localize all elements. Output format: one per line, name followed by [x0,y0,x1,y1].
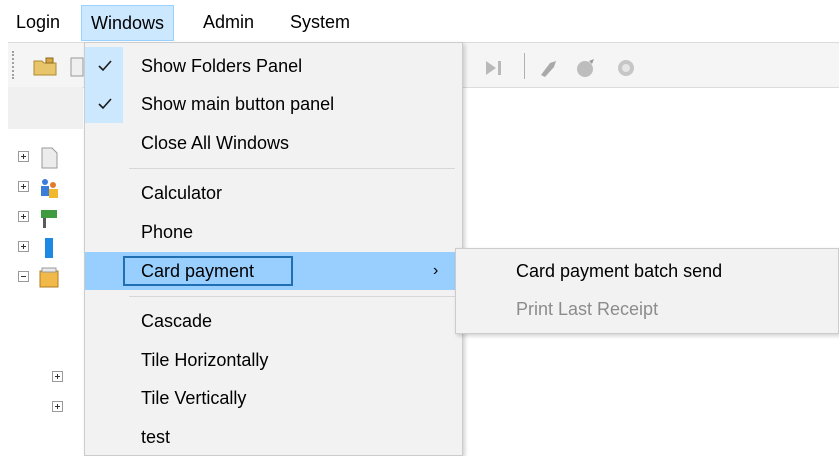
folder-panel-header [8,87,83,130]
menu-item-calculator[interactable]: Calculator [85,174,462,212]
menu-system[interactable]: System [290,6,350,38]
menu-separator [129,168,455,169]
menu-windows[interactable]: Windows [81,5,175,41]
collapse-icon[interactable] [18,271,29,282]
menu-item-label: Show Folders Panel [141,56,303,76]
menu-admin[interactable]: Admin [203,6,254,38]
cabinet-icon [39,267,59,288]
submenu-item-label: Card payment batch send [516,261,723,281]
toolbar-grip[interactable] [12,51,17,79]
tree-node[interactable] [18,267,88,288]
submenu-arrow-icon: › [433,262,439,279]
submenu-item-label: Print Last Receipt [516,299,659,319]
document-icon[interactable] [70,57,84,77]
menu-separator [129,296,455,297]
menu-item-label: Tile Vertically [141,388,247,408]
menu-login[interactable]: Login [16,6,60,38]
menu-item-phone[interactable]: Phone [85,213,462,251]
check-column [85,85,123,123]
menu-item-label: Phone [141,222,194,242]
menu-item-show-folders-panel[interactable]: Show Folders Panel [85,47,462,85]
submenu-item-print-last-receipt: Print Last Receipt [456,290,838,328]
expand-icon[interactable] [18,211,29,222]
content-border [463,87,839,88]
windows-dropdown-menu: Show Folders Panel Show main button pane… [84,42,463,456]
checkmark-icon [98,98,112,110]
expand-icon[interactable] [18,241,29,252]
menu-item-label: Card payment [141,261,255,281]
app-window: Login Windows Admin System Show Folders … [0,0,839,456]
menu-item-show-main-button-panel[interactable]: Show main button panel [85,85,462,123]
menu-item-label: Close All Windows [141,133,290,153]
expand-icon[interactable] [18,151,29,162]
menu-item-card-payment[interactable]: Card payment › [85,252,462,290]
tree-node[interactable] [18,237,88,258]
blue-bar-icon [45,238,53,258]
submenu-item-card-payment-batch-send[interactable]: Card payment batch send [456,252,838,290]
menu-bar: Login Windows Admin System [0,0,839,42]
folder-tree [0,129,90,456]
tree-node[interactable] [18,207,88,228]
tree-node[interactable] [18,177,88,198]
people-icon [41,179,58,198]
checkmark-icon [98,60,112,72]
skip-last-icon[interactable] [482,57,508,79]
expand-icon[interactable] [52,401,63,412]
card-payment-submenu: Card payment batch send Print Last Recei… [455,248,839,334]
satellite-dish-icon[interactable] [574,57,598,79]
menu-item-label: Show main button panel [141,94,335,114]
document-icon [41,147,58,169]
sign-icon [41,210,57,228]
menu-item-close-all-windows[interactable]: Close All Windows [85,124,462,162]
menu-item-tile-vertically[interactable]: Tile Vertically [85,379,462,417]
toolbar-separator [524,53,525,79]
menu-item-test[interactable]: test [85,418,462,456]
tree-node[interactable] [18,147,88,169]
expand-icon[interactable] [52,371,63,382]
tools-icon[interactable] [538,57,562,79]
menu-item-tile-horizontally[interactable]: Tile Horizontally [85,341,462,379]
folder-key-icon[interactable] [32,55,58,77]
menu-item-label: Calculator [141,183,223,203]
menu-item-label: test [141,427,171,447]
menu-item-label: Cascade [141,311,213,331]
menu-item-cascade[interactable]: Cascade [85,302,462,340]
check-column [85,47,123,85]
refresh-globe-icon[interactable] [614,57,638,79]
expand-icon[interactable] [18,181,29,192]
menu-item-label: Tile Horizontally [141,350,269,370]
